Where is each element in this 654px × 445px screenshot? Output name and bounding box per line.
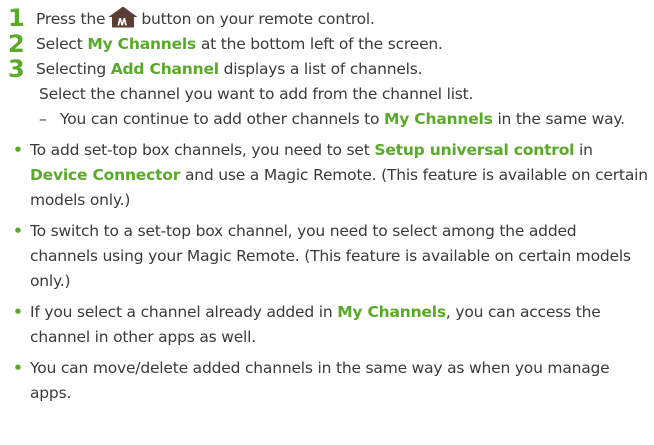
my-channels-label: My Channels	[383, 110, 493, 128]
bullet-icon: •	[13, 359, 23, 377]
setup-universal-control-label: Setup universal control	[374, 141, 575, 159]
step-text: Select My Channels at the bottom left of…	[36, 32, 648, 57]
step-number: 3	[8, 55, 25, 83]
add-channel-label: Add Channel	[110, 60, 219, 78]
notes-list: • To add set-top box channels, you need …	[8, 138, 648, 406]
step-note: – You can continue to add other channels …	[36, 107, 648, 132]
list-item: • To add set-top box channels, you need …	[8, 138, 648, 213]
list-item: • If you select a channel already added …	[8, 300, 648, 350]
step-text-after: button on your remote control.	[141, 10, 375, 28]
bullet-icon: •	[13, 141, 23, 159]
step-2: 2 Select My Channels at the bottom left …	[8, 30, 648, 58]
bullet-icon: •	[13, 222, 23, 240]
device-connector-label: Device Connector	[30, 166, 181, 184]
list-item: • To switch to a set-top box channel, yo…	[8, 219, 648, 294]
note-dash: –	[39, 110, 47, 128]
home-icon	[108, 6, 138, 28]
list-item: • You can move/delete added channels in …	[8, 356, 648, 406]
bullet-text: You can move/delete added channels in th…	[30, 359, 610, 402]
instructions: 1 Press the button on your remote control…	[8, 4, 648, 412]
step-text-after: at the bottom left of the screen.	[200, 35, 443, 53]
step-text-before: Selecting	[36, 60, 106, 78]
step-text-after: displays a list of channels.	[223, 60, 423, 78]
bullet-icon: •	[13, 303, 23, 321]
bullet-text: in	[579, 141, 593, 159]
step-text: Selecting Add Channel displays a list of…	[36, 57, 648, 132]
step-3: 3 Selecting Add Channel displays a list …	[8, 55, 648, 132]
note-text-after: in the same way.	[497, 110, 625, 128]
step-line-1: Selecting Add Channel displays a list of…	[36, 57, 648, 82]
step-1: 1 Press the button on your remote control…	[8, 4, 648, 32]
note-text-before: You can continue to add other channels t…	[60, 110, 380, 128]
step-line-2: Select the channel you want to add from …	[39, 85, 474, 103]
my-channels-label: My Channels	[87, 35, 197, 53]
bullet-text: If you select a channel already added in	[30, 303, 333, 321]
bullet-text: To add set-top box channels, you need to…	[30, 141, 370, 159]
my-channels-label: My Channels	[337, 303, 446, 321]
bullet-text: To switch to a set-top box channel, you …	[30, 222, 631, 290]
step-text-before: Select	[36, 35, 83, 53]
step-text-before: Press the	[36, 10, 106, 28]
step-text: Press the button on your remote control.	[36, 6, 648, 32]
